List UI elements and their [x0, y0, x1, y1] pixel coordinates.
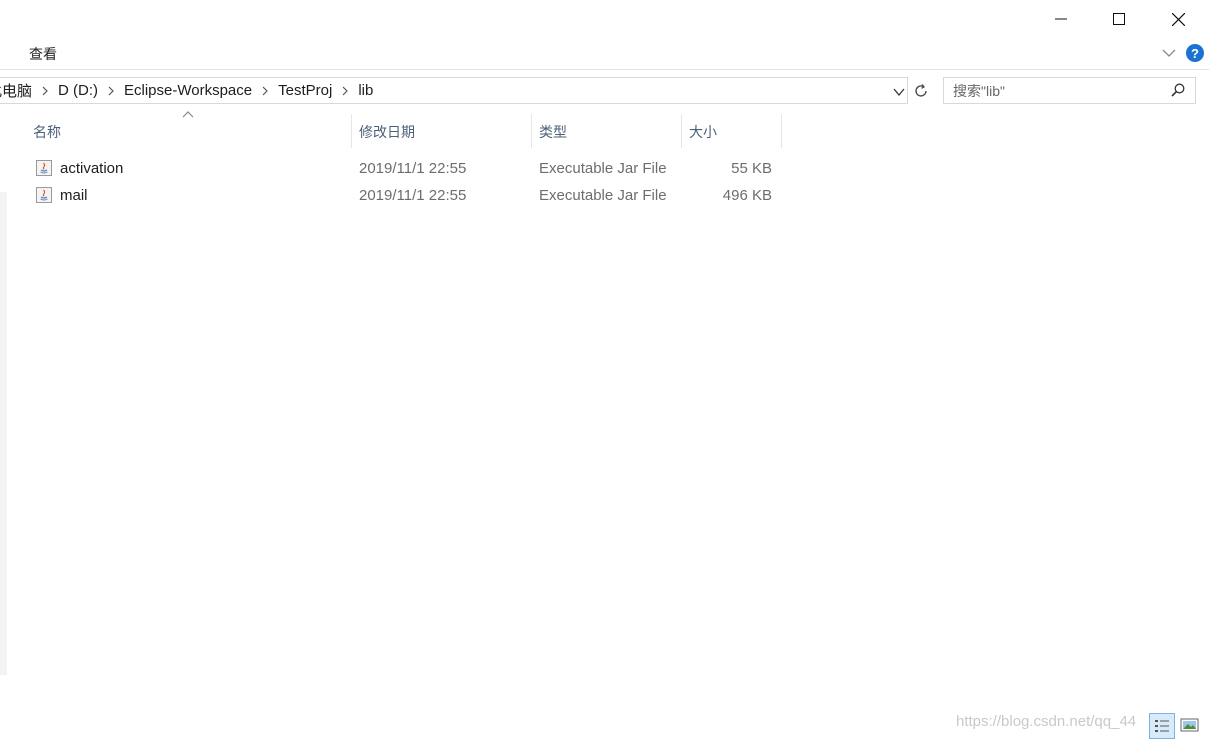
column-header-type[interactable]: 类型 [539, 118, 567, 146]
chevron-right-icon[interactable] [252, 86, 278, 96]
help-button[interactable]: ? [1186, 44, 1204, 62]
search-input[interactable]: 搜索"lib" [943, 77, 1196, 104]
search-icon[interactable] [1170, 82, 1186, 98]
column-divider[interactable] [681, 114, 682, 148]
file-type: Executable Jar File [539, 186, 667, 204]
chevron-right-icon[interactable] [332, 86, 358, 96]
ribbon-divider [0, 69, 1209, 70]
jar-file-icon [36, 160, 52, 176]
file-name: mail [60, 186, 88, 204]
minimize-button[interactable] [1032, 0, 1090, 38]
details-view-button[interactable] [1149, 713, 1175, 739]
sort-ascending-icon [182, 111, 194, 118]
maximize-icon [1113, 13, 1125, 25]
file-type: Executable Jar File [539, 159, 667, 177]
chevron-right-icon[interactable] [32, 86, 58, 96]
chevron-right-icon[interactable] [98, 86, 124, 96]
breadcrumb-testproj[interactable]: TestProj [278, 82, 332, 99]
search-placeholder: 搜索"lib" [953, 82, 1005, 99]
close-button[interactable] [1149, 0, 1207, 38]
maximize-button[interactable] [1090, 0, 1148, 38]
file-date: 2019/11/1 22:55 [359, 159, 467, 177]
file-row[interactable]: mail 2019/11/1 22:55 Executable Jar File… [30, 182, 781, 208]
column-divider[interactable] [351, 114, 352, 148]
address-dropdown-icon[interactable] [890, 83, 908, 101]
column-header-name[interactable]: 名称 [33, 118, 61, 146]
breadcrumb-this-pc[interactable]: 此电脑 [0, 80, 32, 101]
column-header-size[interactable]: 大小 [689, 118, 717, 146]
address-bar[interactable]: 此电脑 D (D:) Eclipse-Workspace TestProj li… [0, 77, 908, 104]
tab-view[interactable]: 查看 [29, 44, 57, 64]
column-divider[interactable] [781, 114, 782, 148]
file-date: 2019/11/1 22:55 [359, 186, 467, 204]
details-view-icon [1155, 720, 1169, 732]
minimize-icon [1055, 18, 1067, 20]
chevron-down-icon[interactable] [1160, 44, 1178, 62]
large-icons-view-icon [1180, 718, 1199, 732]
column-header-date[interactable]: 修改日期 [359, 118, 415, 146]
refresh-button[interactable] [910, 77, 932, 104]
file-name: activation [60, 159, 124, 177]
jar-file-icon [36, 187, 52, 203]
file-size: 55 KB [731, 159, 772, 177]
help-icon: ? [1191, 45, 1199, 61]
column-divider[interactable] [531, 114, 532, 148]
close-icon [1171, 12, 1185, 26]
large-icons-view-button[interactable] [1178, 713, 1204, 739]
navigation-pane-scrollbar[interactable] [0, 112, 7, 675]
breadcrumb-lib[interactable]: lib [358, 82, 373, 99]
breadcrumb-eclipse-workspace[interactable]: Eclipse-Workspace [124, 82, 252, 99]
refresh-icon [915, 83, 927, 97]
navigation-pane-edge [0, 112, 7, 192]
file-size: 496 KB [722, 186, 772, 204]
watermark-text: https://blog.csdn.net/qq_44 [956, 713, 1137, 730]
breadcrumb-drive-d[interactable]: D (D:) [58, 82, 98, 99]
file-row[interactable]: activation 2019/11/1 22:55 Executable Ja… [30, 155, 781, 181]
